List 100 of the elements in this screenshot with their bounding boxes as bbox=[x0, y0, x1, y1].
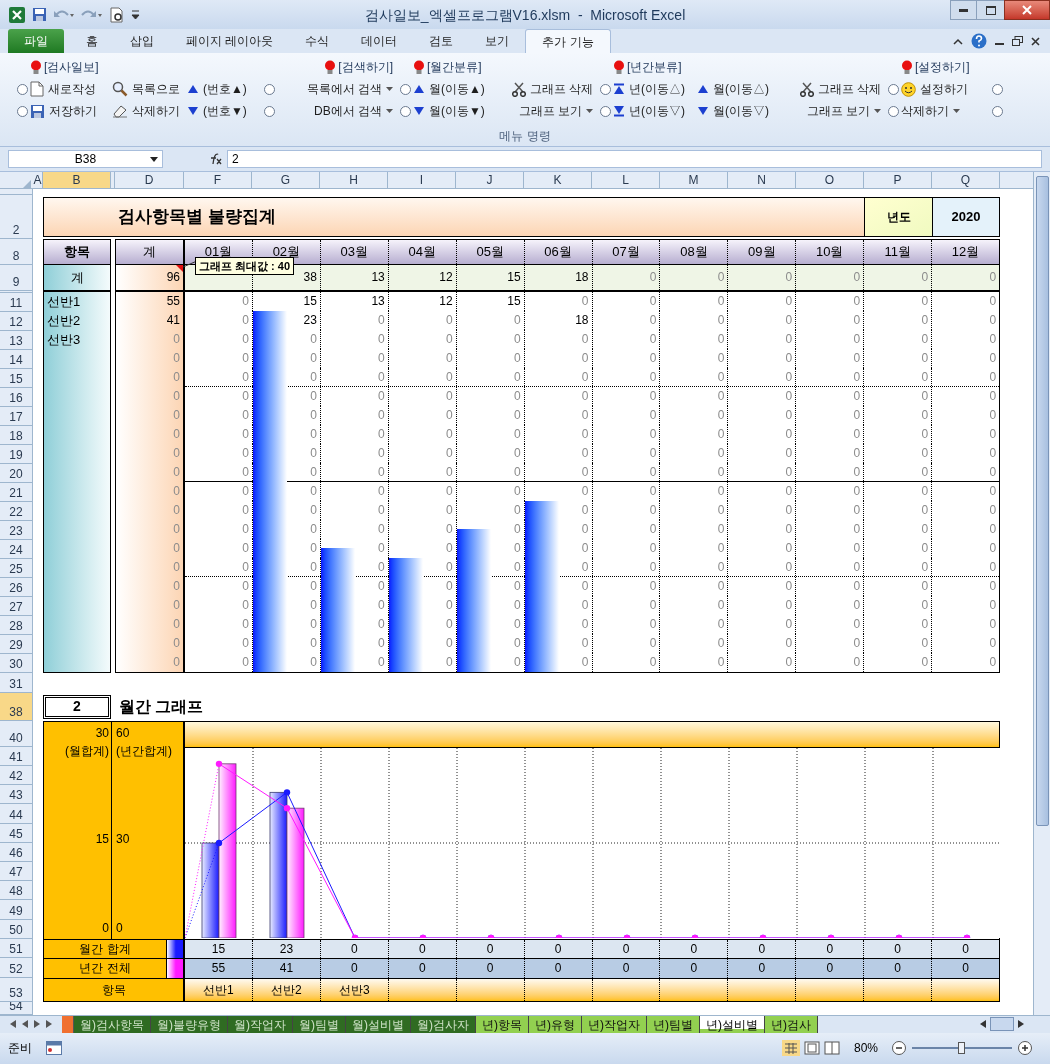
ribbon-button[interactable]: 월(이동▽) bbox=[697, 102, 769, 121]
vertical-scrollbar[interactable] bbox=[1033, 171, 1050, 1015]
ribbon-button[interactable]: 월(이동▲) bbox=[413, 80, 485, 99]
sheet-tab[interactable]: 년)검사 bbox=[765, 1015, 818, 1033]
help-icon[interactable] bbox=[971, 33, 987, 50]
sheet-tab[interactable]: 년)작업자 bbox=[582, 1015, 647, 1033]
row-header[interactable]: 54 bbox=[0, 1001, 32, 1015]
row-header[interactable]: 21 bbox=[0, 482, 32, 502]
row-header[interactable]: 46 bbox=[0, 842, 32, 862]
scroll-left-icon[interactable] bbox=[980, 1020, 986, 1029]
ribbon-button[interactable]: 월(이동▼) bbox=[413, 102, 485, 121]
sheet-tab[interactable]: 월)불량유형 bbox=[151, 1015, 228, 1033]
row-header[interactable]: 27 bbox=[0, 596, 32, 616]
row-header[interactable]: 31 bbox=[0, 672, 32, 693]
ribbon-button[interactable]: 설정하기 bbox=[901, 80, 968, 99]
formula-field[interactable]: 2 bbox=[227, 149, 1042, 168]
row-header[interactable]: 38 bbox=[0, 692, 32, 721]
row-header[interactable]: 25 bbox=[0, 558, 32, 578]
column-header[interactable]: N bbox=[728, 171, 796, 188]
row-header[interactable]: 52 bbox=[0, 957, 32, 978]
ribbon-tab[interactable]: 홈 bbox=[70, 29, 114, 54]
row-header[interactable]: 20 bbox=[0, 463, 32, 483]
ribbon-tab[interactable]: 파일 bbox=[8, 29, 64, 54]
row-header[interactable]: 24 bbox=[0, 539, 32, 559]
ribbon-tab[interactable]: 삽입 bbox=[114, 29, 170, 54]
scrollbar-thumb[interactable] bbox=[990, 1017, 1014, 1032]
row-header[interactable]: 22 bbox=[0, 501, 32, 521]
sheet-tab[interactable]: 월)팀별 bbox=[293, 1015, 346, 1033]
radio-button[interactable] bbox=[599, 83, 611, 95]
row-header[interactable]: 12 bbox=[0, 311, 32, 331]
sheet-tab[interactable]: 년)설비별 bbox=[700, 1015, 765, 1033]
row-header[interactable]: 13 bbox=[0, 330, 32, 350]
row-header[interactable]: 53 bbox=[0, 977, 32, 1002]
zoom-slider[interactable] bbox=[912, 1042, 1012, 1055]
column-header[interactable]: F bbox=[184, 171, 252, 188]
selected-cell[interactable]: 2 bbox=[43, 694, 111, 719]
ribbon-button[interactable]: 삭제하기 bbox=[901, 102, 960, 121]
ribbon-button[interactable]: 저장하기 bbox=[30, 102, 97, 121]
restore-icon[interactable] bbox=[1012, 36, 1023, 47]
row-header[interactable]: 47 bbox=[0, 862, 32, 882]
row-header[interactable]: 41 bbox=[0, 746, 32, 767]
column-header[interactable]: L bbox=[592, 171, 660, 188]
radio-button[interactable] bbox=[887, 83, 899, 95]
radio-button[interactable] bbox=[991, 83, 1003, 95]
column-header[interactable]: O bbox=[796, 171, 864, 188]
close-icon[interactable] bbox=[1031, 36, 1040, 46]
customize-icon[interactable] bbox=[131, 8, 140, 21]
macro-record-icon[interactable] bbox=[46, 1041, 62, 1056]
ribbon-button[interactable]: 년(이동△) bbox=[613, 80, 685, 99]
row-header[interactable]: 43 bbox=[0, 785, 32, 805]
print-preview-icon[interactable] bbox=[109, 6, 125, 23]
ribbon-button[interactable]: 그래프 보기 bbox=[806, 102, 881, 121]
column-header[interactable]: Q bbox=[932, 171, 1000, 188]
ribbon-button[interactable]: 삭제하기 bbox=[112, 102, 180, 121]
page-layout-icon[interactable] bbox=[803, 1041, 820, 1056]
row-header[interactable]: 26 bbox=[0, 577, 32, 597]
scroll-right-icon[interactable] bbox=[1018, 1020, 1024, 1029]
sheet-tab[interactable]: 월)검사자 bbox=[411, 1015, 476, 1033]
sheet-tab[interactable] bbox=[62, 1015, 74, 1033]
column-header[interactable]: K bbox=[524, 171, 592, 188]
sheet-tab[interactable]: 년)항목 bbox=[476, 1015, 529, 1033]
radio-button[interactable] bbox=[887, 105, 899, 117]
row-header[interactable]: 14 bbox=[0, 349, 32, 369]
ribbon-tab[interactable]: 페이지 레이아웃 bbox=[170, 29, 290, 54]
row-header[interactable]: 9 bbox=[0, 264, 32, 291]
page-break-icon[interactable] bbox=[823, 1041, 840, 1056]
ribbon-button[interactable]: 새로작성 bbox=[30, 80, 96, 99]
radio-button[interactable] bbox=[263, 105, 275, 117]
radio-button[interactable] bbox=[263, 83, 275, 95]
column-header[interactable]: M bbox=[660, 171, 728, 188]
ribbon-button[interactable]: 년(이동▽) bbox=[613, 102, 685, 121]
row-header[interactable]: 8 bbox=[0, 238, 32, 265]
ribbon-button[interactable]: 그래프 삭제 bbox=[511, 80, 593, 99]
radio-button[interactable] bbox=[991, 105, 1003, 117]
sheet-tab[interactable]: 년)팀별 bbox=[647, 1015, 700, 1033]
row-header[interactable]: 2 bbox=[0, 194, 32, 239]
ribbon-tab[interactable]: 추가 기능 bbox=[525, 29, 611, 54]
row-header[interactable]: 17 bbox=[0, 406, 32, 426]
normal-view-icon[interactable] bbox=[781, 1040, 800, 1057]
column-header[interactable]: G bbox=[252, 171, 320, 188]
sheet-tab[interactable]: 월)검사항목 bbox=[74, 1015, 151, 1033]
collapse-ribbon-icon[interactable] bbox=[953, 37, 963, 45]
row-header[interactable]: 40 bbox=[0, 720, 32, 747]
column-header[interactable]: D bbox=[115, 171, 184, 188]
column-header[interactable]: H bbox=[320, 171, 388, 188]
ribbon-tab[interactable]: 수식 bbox=[289, 29, 346, 54]
scrollbar-thumb[interactable] bbox=[1035, 175, 1049, 826]
close-button[interactable] bbox=[1004, 0, 1050, 20]
row-header[interactable]: 45 bbox=[0, 823, 32, 843]
row-header[interactable]: 19 bbox=[0, 444, 32, 464]
ribbon-button[interactable]: (번호▼) bbox=[187, 102, 247, 121]
row-header[interactable]: 18 bbox=[0, 425, 32, 445]
row-header[interactable]: 49 bbox=[0, 900, 32, 920]
row-header[interactable]: 44 bbox=[0, 804, 32, 824]
minimize-button[interactable] bbox=[950, 0, 977, 20]
ribbon-button[interactable]: 목록으로 bbox=[112, 80, 180, 99]
zoom-in-icon[interactable] bbox=[1018, 1041, 1032, 1056]
ribbon-button[interactable]: 그래프 삭제 bbox=[799, 80, 881, 99]
ribbon-tab[interactable]: 보기 bbox=[469, 29, 526, 54]
column-header[interactable]: J bbox=[456, 171, 524, 188]
